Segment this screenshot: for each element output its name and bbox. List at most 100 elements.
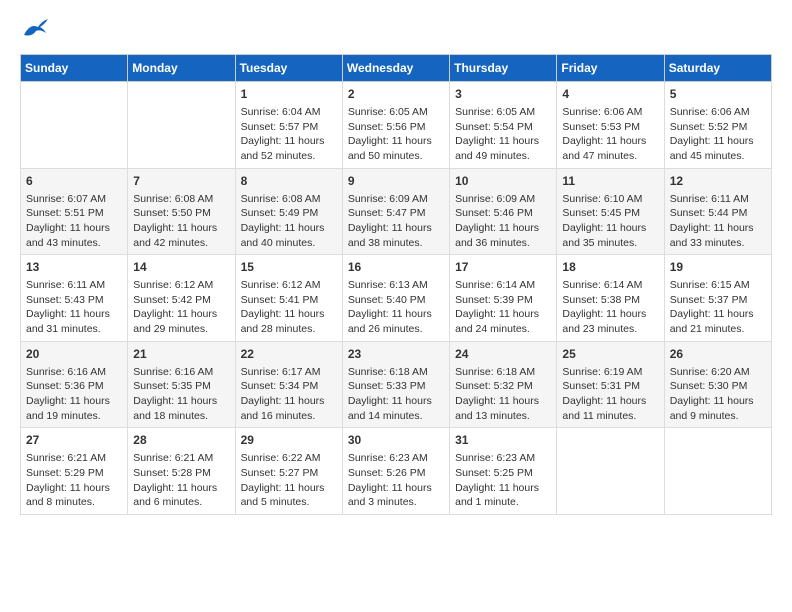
day-number: 17 [455,259,551,276]
day-info: Sunrise: 6:16 AMSunset: 5:35 PMDaylight:… [133,365,229,424]
calendar-cell: 4 Sunrise: 6:06 AMSunset: 5:53 PMDaylight… [557,82,664,169]
weekday-header-tuesday: Tuesday [235,55,342,82]
calendar-cell: 2 Sunrise: 6:05 AMSunset: 5:56 PMDaylight… [342,82,449,169]
logo [20,20,50,44]
calendar-cell [128,82,235,169]
day-info: Sunrise: 6:12 AMSunset: 5:42 PMDaylight:… [133,278,229,337]
calendar-cell [664,428,771,515]
day-info: Sunrise: 6:05 AMSunset: 5:54 PMDaylight:… [455,105,551,164]
day-number: 9 [348,173,444,190]
weekday-header-thursday: Thursday [450,55,557,82]
weekday-header-friday: Friday [557,55,664,82]
calendar-cell: 21 Sunrise: 6:16 AMSunset: 5:35 PMDayligh… [128,341,235,428]
day-info: Sunrise: 6:08 AMSunset: 5:49 PMDaylight:… [241,192,337,251]
calendar-cell: 3 Sunrise: 6:05 AMSunset: 5:54 PMDaylight… [450,82,557,169]
day-info: Sunrise: 6:20 AMSunset: 5:30 PMDaylight:… [670,365,766,424]
calendar-cell: 6 Sunrise: 6:07 AMSunset: 5:51 PMDaylight… [21,168,128,255]
calendar-cell: 28 Sunrise: 6:21 AMSunset: 5:28 PMDayligh… [128,428,235,515]
day-number: 26 [670,346,766,363]
calendar-body: 1Sunrise: 6:04 AMSunset: 5:57 PMDaylight… [21,82,772,515]
day-number: 16 [348,259,444,276]
calendar-cell: 20 Sunrise: 6:16 AMSunset: 5:36 PMDayligh… [21,341,128,428]
day-number: 20 [26,346,122,363]
day-info: Sunrise: 6:10 AMSunset: 5:45 PMDaylight:… [562,192,658,251]
calendar-cell: 17 Sunrise: 6:14 AMSunset: 5:39 PMDayligh… [450,255,557,342]
calendar-week-row: 13 Sunrise: 6:11 AMSunset: 5:43 PMDayligh… [21,255,772,342]
weekday-header-monday: Monday [128,55,235,82]
day-number: 14 [133,259,229,276]
calendar-cell: 15Sunrise: 6:12 AMSunset: 5:41 PMDayligh… [235,255,342,342]
day-info: Sunrise: 6:22 AMSunset: 5:27 PMDaylight:… [241,451,337,510]
day-info: Sunrise: 6:08 AMSunset: 5:50 PMDaylight:… [133,192,229,251]
day-info: Sunrise: 6:21 AMSunset: 5:29 PMDaylight:… [26,451,122,510]
day-number: 25 [562,346,658,363]
day-info: Sunrise: 6:14 AMSunset: 5:39 PMDaylight:… [455,278,551,337]
day-info: Sunrise: 6:09 AMSunset: 5:47 PMDaylight:… [348,192,444,251]
day-info: Sunrise: 6:23 AMSunset: 5:26 PMDaylight:… [348,451,444,510]
day-info: Sunrise: 6:21 AMSunset: 5:28 PMDaylight:… [133,451,229,510]
day-info: Sunrise: 6:11 AMSunset: 5:43 PMDaylight:… [26,278,122,337]
day-number: 22 [241,346,337,363]
day-number: 19 [670,259,766,276]
day-number: 28 [133,432,229,449]
day-number: 23 [348,346,444,363]
calendar-cell: 14 Sunrise: 6:12 AMSunset: 5:42 PMDayligh… [128,255,235,342]
day-number: 1 [241,86,337,103]
day-info: Sunrise: 6:09 AMSunset: 5:46 PMDaylight:… [455,192,551,251]
day-number: 3 [455,86,551,103]
calendar-week-row: 1Sunrise: 6:04 AMSunset: 5:57 PMDaylight… [21,82,772,169]
calendar-cell: 24Sunrise: 6:18 AMSunset: 5:32 PMDayligh… [450,341,557,428]
day-info: Sunrise: 6:07 AMSunset: 5:51 PMDaylight:… [26,192,122,251]
calendar-week-row: 20 Sunrise: 6:16 AMSunset: 5:36 PMDayligh… [21,341,772,428]
day-info: Sunrise: 6:16 AMSunset: 5:36 PMDaylight:… [26,365,122,424]
calendar-cell: 1Sunrise: 6:04 AMSunset: 5:57 PMDaylight… [235,82,342,169]
day-number: 29 [241,432,337,449]
weekday-header-wednesday: Wednesday [342,55,449,82]
calendar-cell: 19 Sunrise: 6:15 AMSunset: 5:37 PMDayligh… [664,255,771,342]
day-info: Sunrise: 6:15 AMSunset: 5:37 PMDaylight:… [670,278,766,337]
day-number: 6 [26,173,122,190]
calendar-cell: 22 Sunrise: 6:17 AMSunset: 5:34 PMDayligh… [235,341,342,428]
logo-bird-icon [22,17,50,39]
calendar-cell: 8Sunrise: 6:08 AMSunset: 5:49 PMDaylight… [235,168,342,255]
calendar-cell: 16Sunrise: 6:13 AMSunset: 5:40 PMDayligh… [342,255,449,342]
calendar-cell: 13 Sunrise: 6:11 AMSunset: 5:43 PMDayligh… [21,255,128,342]
calendar-week-row: 6 Sunrise: 6:07 AMSunset: 5:51 PMDaylight… [21,168,772,255]
calendar-header: SundayMondayTuesdayWednesdayThursdayFrid… [21,55,772,82]
calendar-cell: 29 Sunrise: 6:22 AMSunset: 5:27 PMDayligh… [235,428,342,515]
day-number: 24 [455,346,551,363]
day-number: 15 [241,259,337,276]
calendar-cell: 10 Sunrise: 6:09 AMSunset: 5:46 PMDayligh… [450,168,557,255]
page-header [20,20,772,44]
calendar-cell: 30Sunrise: 6:23 AMSunset: 5:26 PMDayligh… [342,428,449,515]
day-info: Sunrise: 6:18 AMSunset: 5:33 PMDaylight:… [348,365,444,424]
calendar-cell: 18Sunrise: 6:14 AMSunset: 5:38 PMDayligh… [557,255,664,342]
day-info: Sunrise: 6:06 AMSunset: 5:53 PMDaylight:… [562,105,658,164]
weekday-header-row: SundayMondayTuesdayWednesdayThursdayFrid… [21,55,772,82]
day-number: 10 [455,173,551,190]
day-info: Sunrise: 6:17 AMSunset: 5:34 PMDaylight:… [241,365,337,424]
day-info: Sunrise: 6:14 AMSunset: 5:38 PMDaylight:… [562,278,658,337]
day-number: 11 [562,173,658,190]
day-number: 21 [133,346,229,363]
calendar-cell: 11 Sunrise: 6:10 AMSunset: 5:45 PMDayligh… [557,168,664,255]
day-number: 13 [26,259,122,276]
day-number: 12 [670,173,766,190]
day-info: Sunrise: 6:05 AMSunset: 5:56 PMDaylight:… [348,105,444,164]
calendar-cell: 7 Sunrise: 6:08 AMSunset: 5:50 PMDaylight… [128,168,235,255]
day-number: 31 [455,432,551,449]
day-number: 2 [348,86,444,103]
calendar-cell: 27 Sunrise: 6:21 AMSunset: 5:29 PMDayligh… [21,428,128,515]
calendar-cell: 31Sunrise: 6:23 AMSunset: 5:25 PMDayligh… [450,428,557,515]
day-number: 27 [26,432,122,449]
weekday-header-sunday: Sunday [21,55,128,82]
day-number: 7 [133,173,229,190]
calendar-table: SundayMondayTuesdayWednesdayThursdayFrid… [20,54,772,515]
calendar-week-row: 27 Sunrise: 6:21 AMSunset: 5:29 PMDayligh… [21,428,772,515]
day-number: 4 [562,86,658,103]
day-info: Sunrise: 6:06 AMSunset: 5:52 PMDaylight:… [670,105,766,164]
day-info: Sunrise: 6:11 AMSunset: 5:44 PMDaylight:… [670,192,766,251]
calendar-cell: 23 Sunrise: 6:18 AMSunset: 5:33 PMDayligh… [342,341,449,428]
logo-text [20,20,50,44]
calendar-cell [21,82,128,169]
